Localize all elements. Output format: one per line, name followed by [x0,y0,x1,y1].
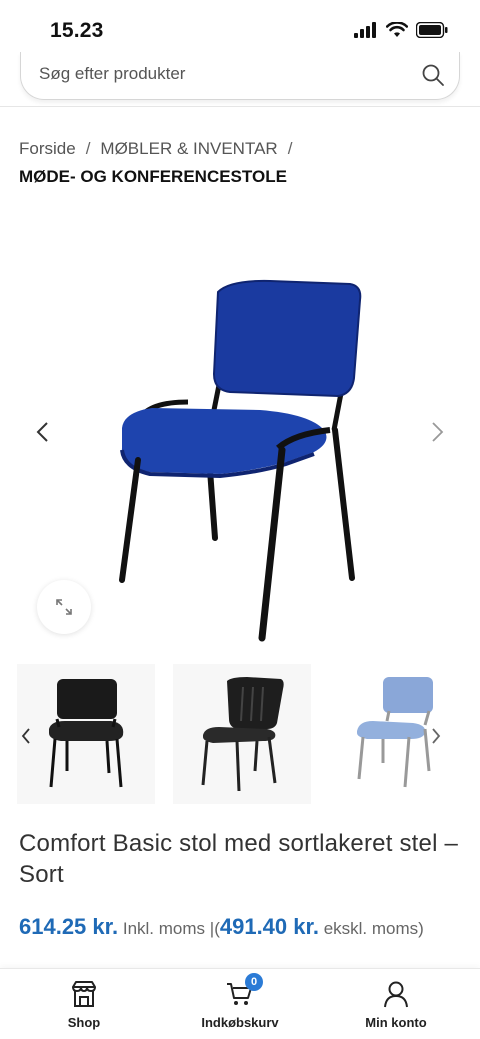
breadcrumb-separator: / [85,139,91,158]
breadcrumb-home[interactable]: Forside [19,139,76,158]
cart-count-badge: 0 [245,973,263,991]
header-divider [0,106,480,107]
nav-cart[interactable]: 0 Indkøbskurv [170,973,310,1030]
thumbnail-black-chair[interactable] [17,664,155,804]
gallery-prev-arrow-icon[interactable] [34,420,52,444]
thumbnails-next-arrow-icon[interactable] [430,727,442,745]
price-incl-value: 614.25 kr. [19,914,119,939]
thumbnail-strip [17,664,467,804]
price-incl-label: Inkl. moms [122,919,206,938]
user-icon [384,981,408,1008]
expand-icon [56,599,72,615]
nav-account-label: Min konto [365,1015,427,1030]
black-chair-thumbnail-image [49,679,124,788]
thumbnail-light-blue-chair[interactable] [329,664,467,804]
search-bar [20,52,460,100]
wifi-icon [386,22,408,37]
search-icon[interactable] [421,63,445,87]
product-main-image [119,279,362,642]
price-excl-label: ekskl. moms) [323,919,424,938]
signal-icon [354,22,376,38]
thumbnails-prev-arrow-icon[interactable] [20,727,32,745]
breadcrumb-current: MØDE- OG KONFERENCESTOLE [19,167,287,186]
breadcrumb: Forside / MØBLER & INVENTAR / MØDE- OG KONF… [19,135,459,191]
status-icons [354,22,448,38]
cart-icon-wrap: 0 [225,973,263,1009]
bottom-nav: Shop 0 Indkøbskurv Min konto [0,968,480,1039]
battery-icon [416,22,448,38]
black-plastic-chair-thumbnail-image [201,677,284,792]
search-input[interactable] [39,64,399,84]
status-time: 15.23 [50,19,104,42]
store-icon [72,981,96,1007]
nav-shop-label: Shop [67,1015,101,1030]
nav-account[interactable]: Min konto [326,979,466,1030]
price-line: 614.25 kr. Inkl. moms |(491.40 kr. ekskl… [19,914,469,940]
status-bar: 15.23 [0,0,480,56]
nav-cart-label: Indkøbskurv [201,1015,279,1030]
nav-shop[interactable]: Shop [14,979,154,1030]
gallery-next-arrow-icon[interactable] [428,420,446,444]
breadcrumb-separator: / [287,139,293,158]
price-excl-value: 491.40 kr. [219,914,319,939]
zoom-button[interactable] [37,580,91,634]
breadcrumb-category[interactable]: MØBLER & INVENTAR [100,139,277,158]
thumbnail-black-plastic-chair[interactable] [173,664,311,804]
product-title: Comfort Basic stol med sortlakeret stel … [19,830,459,888]
